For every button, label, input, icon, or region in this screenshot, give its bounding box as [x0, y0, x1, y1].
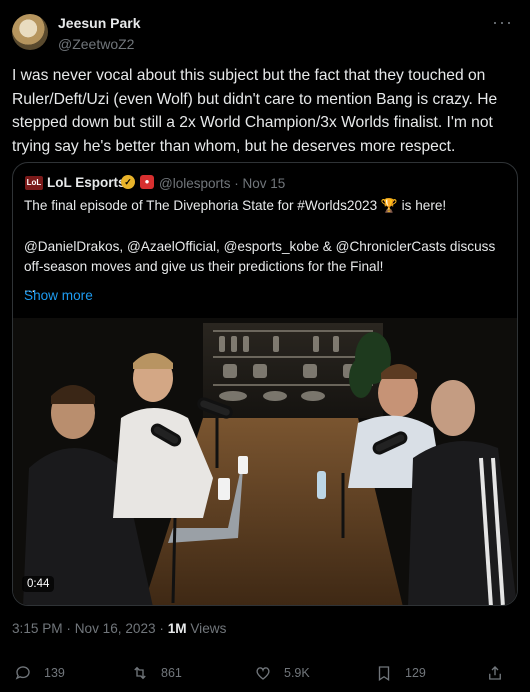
- quote-author-name[interactable]: LoL Esports: [47, 175, 126, 190]
- tweet-text: I was never vocal about this subject but…: [12, 67, 498, 155]
- affiliate-badge-icon: ●: [140, 175, 154, 189]
- views-label: Views: [190, 621, 227, 636]
- quote-date[interactable]: Nov 15: [243, 176, 286, 191]
- more-icon[interactable]: ···: [492, 12, 513, 33]
- bookmark-button[interactable]: 129: [375, 664, 426, 682]
- reply-button[interactable]: 139: [14, 664, 65, 682]
- like-count: 5.9K: [284, 666, 310, 680]
- lol-esports-logo-icon: LoL: [25, 176, 43, 190]
- quote-text-line: @DanielDrakos, @AzaelOfficial, @esports_…: [24, 238, 496, 275]
- quote-text-line: The final episode of The Divephoria Stat…: [24, 198, 447, 213]
- quote-text-spacer: [24, 217, 508, 237]
- author-name[interactable]: Jeesun Park: [58, 15, 141, 31]
- quote-handle-date: @lolesports · Nov 15: [159, 176, 285, 191]
- separator-dot: ·: [66, 621, 75, 636]
- repost-count: 861: [161, 666, 182, 680]
- repost-button[interactable]: 861: [131, 664, 182, 682]
- reply-count: 139: [44, 666, 65, 680]
- repost-icon: [134, 666, 146, 680]
- show-more-link[interactable]: Show more: [24, 288, 93, 303]
- tweet-actions-bar: 139 861 5.9K 129: [0, 658, 530, 692]
- author-handle[interactable]: @ZeetwoZ2: [58, 36, 134, 52]
- separator-dot: ·: [234, 176, 243, 191]
- video-player[interactable]: 0:44: [13, 318, 517, 605]
- quote-author-handle[interactable]: @lolesports: [159, 176, 230, 191]
- avatar[interactable]: [12, 14, 48, 50]
- share-icon: [489, 666, 501, 680]
- tweet-date[interactable]: Nov 16, 2023: [75, 621, 156, 636]
- share-button[interactable]: [486, 664, 516, 682]
- video-time-badge: 0:44: [22, 576, 55, 592]
- like-button[interactable]: 5.9K: [254, 664, 310, 682]
- verified-badge-icon: ✓: [121, 175, 135, 189]
- video-frame-image: [13, 318, 517, 605]
- bookmark-count: 129: [405, 666, 426, 680]
- quote-text: The final episode of The Divephoria Stat…: [24, 196, 508, 298]
- tweet-time[interactable]: 3:15 PM: [12, 621, 63, 636]
- separator-dot: ·: [159, 621, 168, 636]
- quoted-tweet-card[interactable]: LoL LoL Esports ✓ ● @lolesports · Nov 15…: [12, 162, 518, 606]
- reply-icon: [15, 666, 30, 680]
- quote-text-line: ...: [24, 279, 36, 295]
- bookmark-icon: [378, 666, 390, 682]
- tweet-meta: 3:15 PM · Nov 16, 2023 · 1M Views: [12, 621, 226, 636]
- heart-icon: [256, 667, 270, 680]
- views-count: 1M: [167, 621, 187, 636]
